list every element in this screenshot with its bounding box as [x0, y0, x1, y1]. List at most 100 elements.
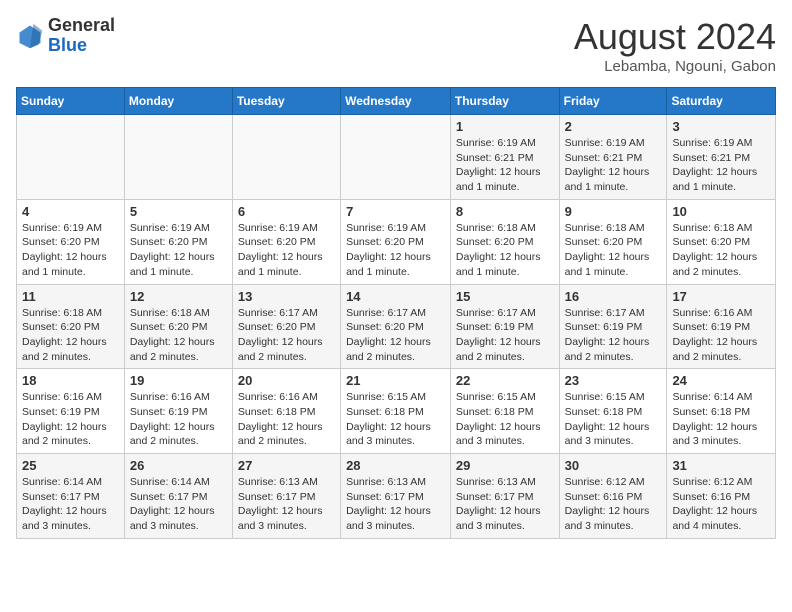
calendar-cell: 26Sunrise: 6:14 AM Sunset: 6:17 PM Dayli… [124, 454, 232, 539]
calendar-cell: 4 Sunrise: 6:19 AM Sunset: 6:20 PM Daylig… [17, 199, 125, 284]
calendar-cell [232, 115, 340, 200]
header-day-saturday: Saturday [667, 88, 776, 115]
day-info: Sunrise: 6:14 AM Sunset: 6:17 PM Dayligh… [22, 475, 119, 534]
day-number: 15 [456, 289, 554, 304]
day-number: 6 [238, 204, 335, 219]
calendar-cell: 30 Sunrise: 6:12 AM Sunset: 6:16 PM Dayli… [559, 454, 667, 539]
day-info: Sunrise: 6:19 AM Sunset: 6:21 PM Dayligh… [456, 136, 554, 195]
day-info: Sunrise: 6:19 AM Sunset: 6:20 PM Dayligh… [130, 221, 227, 280]
calendar-cell: 19 Sunrise: 6:16 AM Sunset: 6:19 PM Dayli… [124, 369, 232, 454]
day-number: 31 [672, 458, 770, 473]
day-info: Sunrise: 6:13 AM Sunset: 6:17 PM Dayligh… [238, 475, 335, 534]
day-info: Sunrise: 6:13 AM Sunset: 6:17 PM Dayligh… [456, 475, 554, 534]
day-info: Sunrise: 6:17 AM Sunset: 6:20 PM Dayligh… [346, 306, 445, 365]
day-info: Sunrise: 6:16 AM Sunset: 6:19 PM Dayligh… [22, 390, 119, 449]
header-day-wednesday: Wednesday [341, 88, 451, 115]
day-number: 9 [565, 204, 662, 219]
day-info: Sunrise: 6:18 AM Sunset: 6:20 PM Dayligh… [130, 306, 227, 365]
month-year-title: August 2024 [574, 16, 776, 58]
day-info: Sunrise: 6:12 AM Sunset: 6:16 PM Dayligh… [565, 475, 662, 534]
day-info: Sunrise: 6:15 AM Sunset: 6:18 PM Dayligh… [565, 390, 662, 449]
day-info: Sunrise: 6:19 AM Sunset: 6:20 PM Dayligh… [22, 221, 119, 280]
header-day-thursday: Thursday [450, 88, 559, 115]
day-number: 8 [456, 204, 554, 219]
calendar-cell [124, 115, 232, 200]
calendar-cell: 20 Sunrise: 6:16 AM Sunset: 6:18 PM Dayli… [232, 369, 340, 454]
day-number: 1 [456, 119, 554, 134]
calendar-cell: 18Sunrise: 6:16 AM Sunset: 6:19 PM Dayli… [17, 369, 125, 454]
day-info: Sunrise: 6:16 AM Sunset: 6:18 PM Dayligh… [238, 390, 335, 449]
calendar-cell: 17 Sunrise: 6:16 AM Sunset: 6:19 PM Dayli… [667, 284, 776, 369]
day-info: Sunrise: 6:14 AM Sunset: 6:17 PM Dayligh… [130, 475, 227, 534]
calendar-cell: 31 Sunrise: 6:12 AM Sunset: 6:16 PM Dayli… [667, 454, 776, 539]
day-number: 23 [565, 373, 662, 388]
title-block: August 2024 Lebamba, Ngouni, Gabon [574, 16, 776, 75]
day-info: Sunrise: 6:19 AM Sunset: 6:21 PM Dayligh… [672, 136, 770, 195]
calendar-cell: 25 Sunrise: 6:14 AM Sunset: 6:17 PM Dayli… [17, 454, 125, 539]
logo-icon [16, 22, 44, 50]
calendar-cell: 15Sunrise: 6:17 AM Sunset: 6:19 PM Dayli… [450, 284, 559, 369]
day-number: 20 [238, 373, 335, 388]
calendar-cell: 9 Sunrise: 6:18 AM Sunset: 6:20 PM Daylig… [559, 199, 667, 284]
day-info: Sunrise: 6:12 AM Sunset: 6:16 PM Dayligh… [672, 475, 770, 534]
day-number: 7 [346, 204, 445, 219]
calendar-header: SundayMondayTuesdayWednesdayThursdayFrid… [17, 88, 776, 115]
day-info: Sunrise: 6:18 AM Sunset: 6:20 PM Dayligh… [22, 306, 119, 365]
day-info: Sunrise: 6:13 AM Sunset: 6:17 PM Dayligh… [346, 475, 445, 534]
calendar-week-1: 1 Sunrise: 6:19 AM Sunset: 6:21 PM Daylig… [17, 115, 776, 200]
calendar-cell: 28 Sunrise: 6:13 AM Sunset: 6:17 PM Dayli… [341, 454, 451, 539]
calendar-table: SundayMondayTuesdayWednesdayThursdayFrid… [16, 87, 776, 539]
day-number: 12 [130, 289, 227, 304]
header-row: SundayMondayTuesdayWednesdayThursdayFrid… [17, 88, 776, 115]
day-info: Sunrise: 6:18 AM Sunset: 6:20 PM Dayligh… [672, 221, 770, 280]
calendar-cell: 23 Sunrise: 6:15 AM Sunset: 6:18 PM Dayli… [559, 369, 667, 454]
day-number: 11 [22, 289, 119, 304]
day-info: Sunrise: 6:17 AM Sunset: 6:19 PM Dayligh… [565, 306, 662, 365]
calendar-cell: 12 Sunrise: 6:18 AM Sunset: 6:20 PM Dayli… [124, 284, 232, 369]
day-info: Sunrise: 6:16 AM Sunset: 6:19 PM Dayligh… [130, 390, 227, 449]
calendar-cell: 27 Sunrise: 6:13 AM Sunset: 6:17 PM Dayli… [232, 454, 340, 539]
day-number: 13 [238, 289, 335, 304]
day-info: Sunrise: 6:16 AM Sunset: 6:19 PM Dayligh… [672, 306, 770, 365]
day-info: Sunrise: 6:18 AM Sunset: 6:20 PM Dayligh… [565, 221, 662, 280]
calendar-cell: 14 Sunrise: 6:17 AM Sunset: 6:20 PM Dayli… [341, 284, 451, 369]
header-day-friday: Friday [559, 88, 667, 115]
day-info: Sunrise: 6:17 AM Sunset: 6:20 PM Dayligh… [238, 306, 335, 365]
day-number: 17 [672, 289, 770, 304]
calendar-cell: 3 Sunrise: 6:19 AM Sunset: 6:21 PM Daylig… [667, 115, 776, 200]
calendar-cell: 29 Sunrise: 6:13 AM Sunset: 6:17 PM Dayli… [450, 454, 559, 539]
day-info: Sunrise: 6:18 AM Sunset: 6:20 PM Dayligh… [456, 221, 554, 280]
calendar-cell [17, 115, 125, 200]
logo: General Blue [16, 16, 115, 56]
calendar-cell: 11 Sunrise: 6:18 AM Sunset: 6:20 PM Dayli… [17, 284, 125, 369]
day-number: 21 [346, 373, 445, 388]
day-number: 22 [456, 373, 554, 388]
day-number: 14 [346, 289, 445, 304]
day-number: 27 [238, 458, 335, 473]
calendar-week-2: 4 Sunrise: 6:19 AM Sunset: 6:20 PM Daylig… [17, 199, 776, 284]
calendar-cell: 2Sunrise: 6:19 AM Sunset: 6:21 PM Daylig… [559, 115, 667, 200]
day-number: 19 [130, 373, 227, 388]
day-number: 25 [22, 458, 119, 473]
day-number: 4 [22, 204, 119, 219]
logo-blue-text: Blue [48, 36, 115, 56]
header-day-tuesday: Tuesday [232, 88, 340, 115]
calendar-cell: 7 Sunrise: 6:19 AM Sunset: 6:20 PM Daylig… [341, 199, 451, 284]
day-info: Sunrise: 6:15 AM Sunset: 6:18 PM Dayligh… [346, 390, 445, 449]
page-header: General Blue August 2024 Lebamba, Ngouni… [16, 16, 776, 75]
calendar-week-5: 25 Sunrise: 6:14 AM Sunset: 6:17 PM Dayli… [17, 454, 776, 539]
day-number: 29 [456, 458, 554, 473]
location-subtitle: Lebamba, Ngouni, Gabon [574, 58, 776, 75]
calendar-cell: 10 Sunrise: 6:18 AM Sunset: 6:20 PM Dayli… [667, 199, 776, 284]
day-info: Sunrise: 6:19 AM Sunset: 6:20 PM Dayligh… [238, 221, 335, 280]
day-number: 30 [565, 458, 662, 473]
calendar-week-4: 18Sunrise: 6:16 AM Sunset: 6:19 PM Dayli… [17, 369, 776, 454]
header-day-sunday: Sunday [17, 88, 125, 115]
day-number: 3 [672, 119, 770, 134]
calendar-cell: 5Sunrise: 6:19 AM Sunset: 6:20 PM Daylig… [124, 199, 232, 284]
day-number: 16 [565, 289, 662, 304]
day-number: 10 [672, 204, 770, 219]
day-number: 28 [346, 458, 445, 473]
calendar-cell: 6 Sunrise: 6:19 AM Sunset: 6:20 PM Daylig… [232, 199, 340, 284]
day-info: Sunrise: 6:19 AM Sunset: 6:20 PM Dayligh… [346, 221, 445, 280]
